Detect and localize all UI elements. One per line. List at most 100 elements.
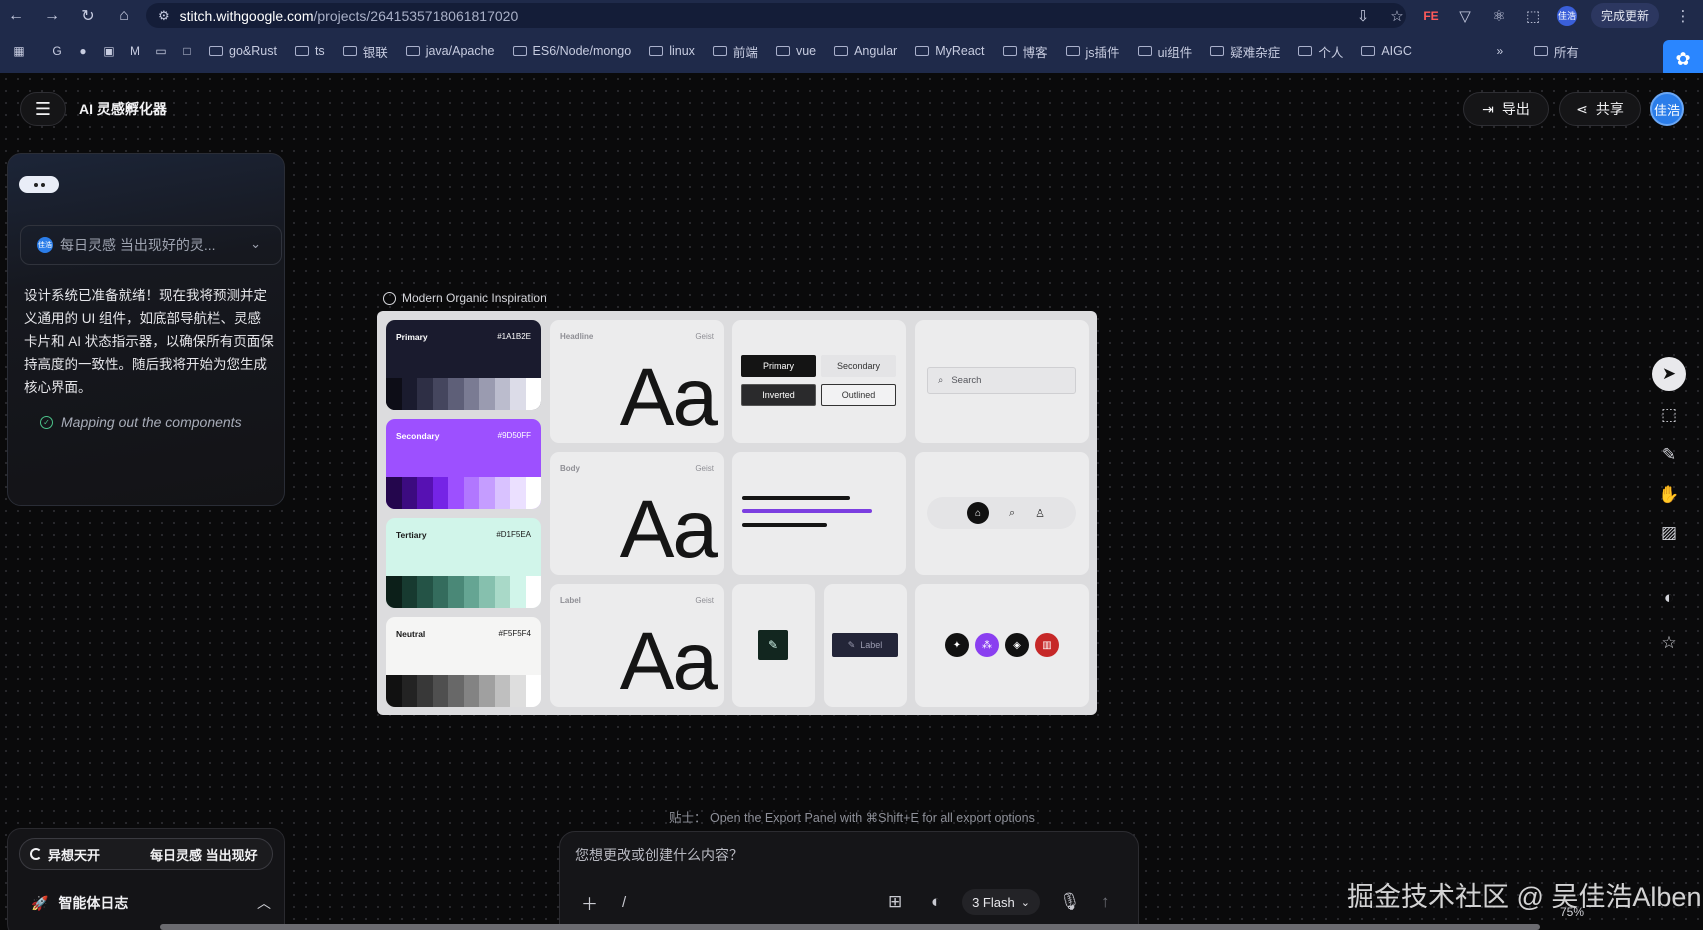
bookmark-folder[interactable]: Angular	[825, 39, 906, 63]
extension-react-icon[interactable]: ⚛	[1489, 7, 1509, 25]
color-swatch-neutral[interactable]: Neutral #F5F5F4	[386, 617, 541, 707]
menu-button[interactable]: ☰	[20, 92, 66, 126]
slash-command-icon[interactable]: /	[622, 892, 626, 912]
add-icon[interactable]: ＋	[581, 892, 598, 914]
marquee-select-icon[interactable]: ⬚	[1649, 399, 1689, 431]
bottom-nav-demo-card[interactable]: ⌂ ⌕ ♙	[915, 452, 1089, 575]
bookmark-square-icon[interactable]: □	[178, 42, 196, 60]
outlined-button-sample[interactable]: Outlined	[821, 384, 896, 406]
agent-log-toggle[interactable]: 🚀 智能体日志 ︿	[31, 893, 271, 913]
trash-icon[interactable]: ▥	[1035, 633, 1059, 657]
tab-whimsical[interactable]: 异想天开	[20, 845, 138, 864]
theme-palette-icon[interactable]: ◐	[931, 892, 941, 912]
search-icon[interactable]: ⌕	[1009, 507, 1015, 520]
voice-mic-icon[interactable]: 🎙	[1059, 892, 1081, 912]
address-bar[interactable]: ⚙ stitch.withgoogle.com/projects/2641535…	[146, 3, 1406, 28]
export-button[interactable]: ⇥ 导出	[1463, 92, 1549, 126]
edit-icon-button-sample[interactable]: ✎	[758, 630, 788, 660]
typing-indicator	[19, 176, 59, 193]
mode-switch[interactable]: 异想天开 每日灵感 当出现好	[19, 838, 273, 870]
bookmark-folder[interactable]: ui组件	[1129, 39, 1202, 63]
add-screen-icon[interactable]: ⊞	[888, 892, 902, 912]
bookmark-app-icon[interactable]: ▣	[100, 42, 118, 60]
hand-pan-icon[interactable]: ✋	[1649, 479, 1689, 511]
install-app-icon[interactable]: ⇩	[1353, 7, 1373, 25]
bookmark-folder[interactable]: 博客	[994, 39, 1057, 63]
status-indicator: ✓ Mapping out the components	[40, 414, 242, 430]
bookmark-folder[interactable]: ts	[286, 39, 334, 63]
bookmark-folder[interactable]: linux	[640, 39, 704, 63]
design-system-board[interactable]: Primary #1A1B2E Secondary #9D50FF Tertiary #D…	[377, 311, 1097, 715]
github-icon[interactable]: ●	[74, 42, 92, 60]
send-arrow-icon[interactable]: ↑	[1101, 892, 1110, 912]
inverted-button-sample[interactable]: Inverted	[741, 384, 816, 406]
select-cursor-icon[interactable]: ➤	[1652, 357, 1686, 391]
bookmark-folder[interactable]: 银联	[334, 39, 397, 63]
color-swatch-secondary[interactable]: Secondary #9D50FF	[386, 419, 541, 509]
bookmark-folder[interactable]: AIGC	[1352, 39, 1421, 63]
ai-nodes-icon[interactable]: ⁂	[975, 633, 999, 657]
bookmark-folder[interactable]: 疑难杂症	[1201, 39, 1289, 63]
model-select[interactable]: 3 Flash ⌄	[962, 889, 1040, 915]
horizontal-scrollbar[interactable]	[160, 924, 1540, 930]
home-icon[interactable]: ⌂	[110, 2, 138, 30]
pencil-icon[interactable]: ✎	[1649, 439, 1689, 471]
project-select[interactable]: 佳浩 每日灵感 当出现好的灵... ⌄	[20, 225, 282, 265]
typography-label[interactable]: Label Geist Aa	[550, 584, 724, 707]
share-button[interactable]: ⋖ 共享	[1559, 92, 1641, 126]
label-chip-sample[interactable]: ✎ Label	[832, 633, 898, 657]
bottom-nav-sample[interactable]: ⌂ ⌕ ♙	[927, 497, 1076, 529]
tag-icon[interactable]: ◈	[1005, 633, 1029, 657]
buttons-demo[interactable]: Primary Secondary Inverted Outlined	[732, 320, 906, 443]
browser-menu-icon[interactable]: ⋮	[1673, 7, 1693, 25]
bookmark-folder[interactable]: js插件	[1057, 39, 1129, 63]
bookmark-folder[interactable]: MyReact	[906, 39, 993, 63]
bookmark-folder[interactable]: 前端	[704, 39, 767, 63]
bookmarks-overflow-icon[interactable]: »	[1491, 42, 1509, 60]
typography-headline[interactable]: Headline Geist Aa	[550, 320, 724, 443]
reload-icon[interactable]: ↻	[74, 2, 102, 30]
star-icon[interactable]: ☆	[1649, 627, 1689, 659]
apps-grid-icon[interactable]: ▦	[10, 42, 28, 60]
extension-vue-icon[interactable]: ▽	[1455, 7, 1475, 25]
person-icon[interactable]: ♙	[1035, 507, 1045, 520]
bookmark-folder[interactable]: vue	[767, 39, 825, 63]
palette-icon[interactable]: ◐	[1649, 582, 1689, 614]
forward-icon[interactable]: →	[38, 2, 66, 30]
primary-button-sample[interactable]: Primary	[741, 355, 816, 377]
extension-fe-icon[interactable]: FE	[1421, 9, 1441, 23]
back-icon[interactable]: ←	[2, 2, 30, 30]
color-swatch-primary[interactable]: Primary #1A1B2E	[386, 320, 541, 410]
extensions-puzzle-icon[interactable]: ⬚	[1523, 7, 1543, 25]
chip-demo-card[interactable]: ✎ Label	[824, 584, 907, 707]
prompt-input[interactable]: 您想更改或创建什么内容？	[575, 845, 743, 865]
update-button[interactable]: 完成更新	[1590, 3, 1659, 28]
bookmark-folder[interactable]: ES6/Node/mongo	[504, 39, 641, 63]
folder-icon	[294, 46, 309, 56]
search-input-sample[interactable]: ⌕ Search	[927, 367, 1076, 394]
google-icon[interactable]: G	[48, 42, 66, 60]
bookmark-folder[interactable]: 个人	[1289, 39, 1352, 63]
bookmark-star-icon[interactable]: ☆	[1387, 7, 1407, 25]
bookmark-folder[interactable]: java/Apache	[397, 39, 504, 63]
swatch-tone	[448, 477, 464, 509]
fab-demo-card[interactable]: ✦ ⁂ ◈ ▥	[915, 584, 1089, 707]
all-bookmarks-folder[interactable]: 所有	[1525, 39, 1588, 63]
bookmark-m-icon[interactable]: M	[126, 42, 144, 60]
bookmark-window-icon[interactable]: ▭	[152, 42, 170, 60]
icon-button-demo-card[interactable]: ✎	[732, 584, 815, 707]
typography-body[interactable]: Body Geist Aa	[550, 452, 724, 575]
zoom-level[interactable]: 75%	[1560, 905, 1584, 919]
url-host: stitch.withgoogle.com	[179, 7, 314, 24]
browser-profile-avatar[interactable]: 佳浩	[1556, 5, 1577, 26]
image-icon[interactable]: ▨	[1649, 517, 1689, 549]
site-settings-icon[interactable]: ⚙	[158, 8, 170, 24]
user-avatar[interactable]: 佳浩	[1650, 92, 1684, 126]
tab-daily-inspiration[interactable]: 每日灵感 当出现好	[138, 845, 272, 864]
magic-wand-icon[interactable]: ✦	[945, 633, 969, 657]
home-icon[interactable]: ⌂	[967, 502, 989, 524]
color-swatch-tertiary[interactable]: Tertiary #D1F5EA	[386, 518, 541, 608]
secondary-button-sample[interactable]: Secondary	[821, 355, 896, 377]
search-demo-card[interactable]: ⌕ Search	[915, 320, 1089, 443]
bookmark-folder[interactable]: go&Rust	[200, 39, 286, 63]
